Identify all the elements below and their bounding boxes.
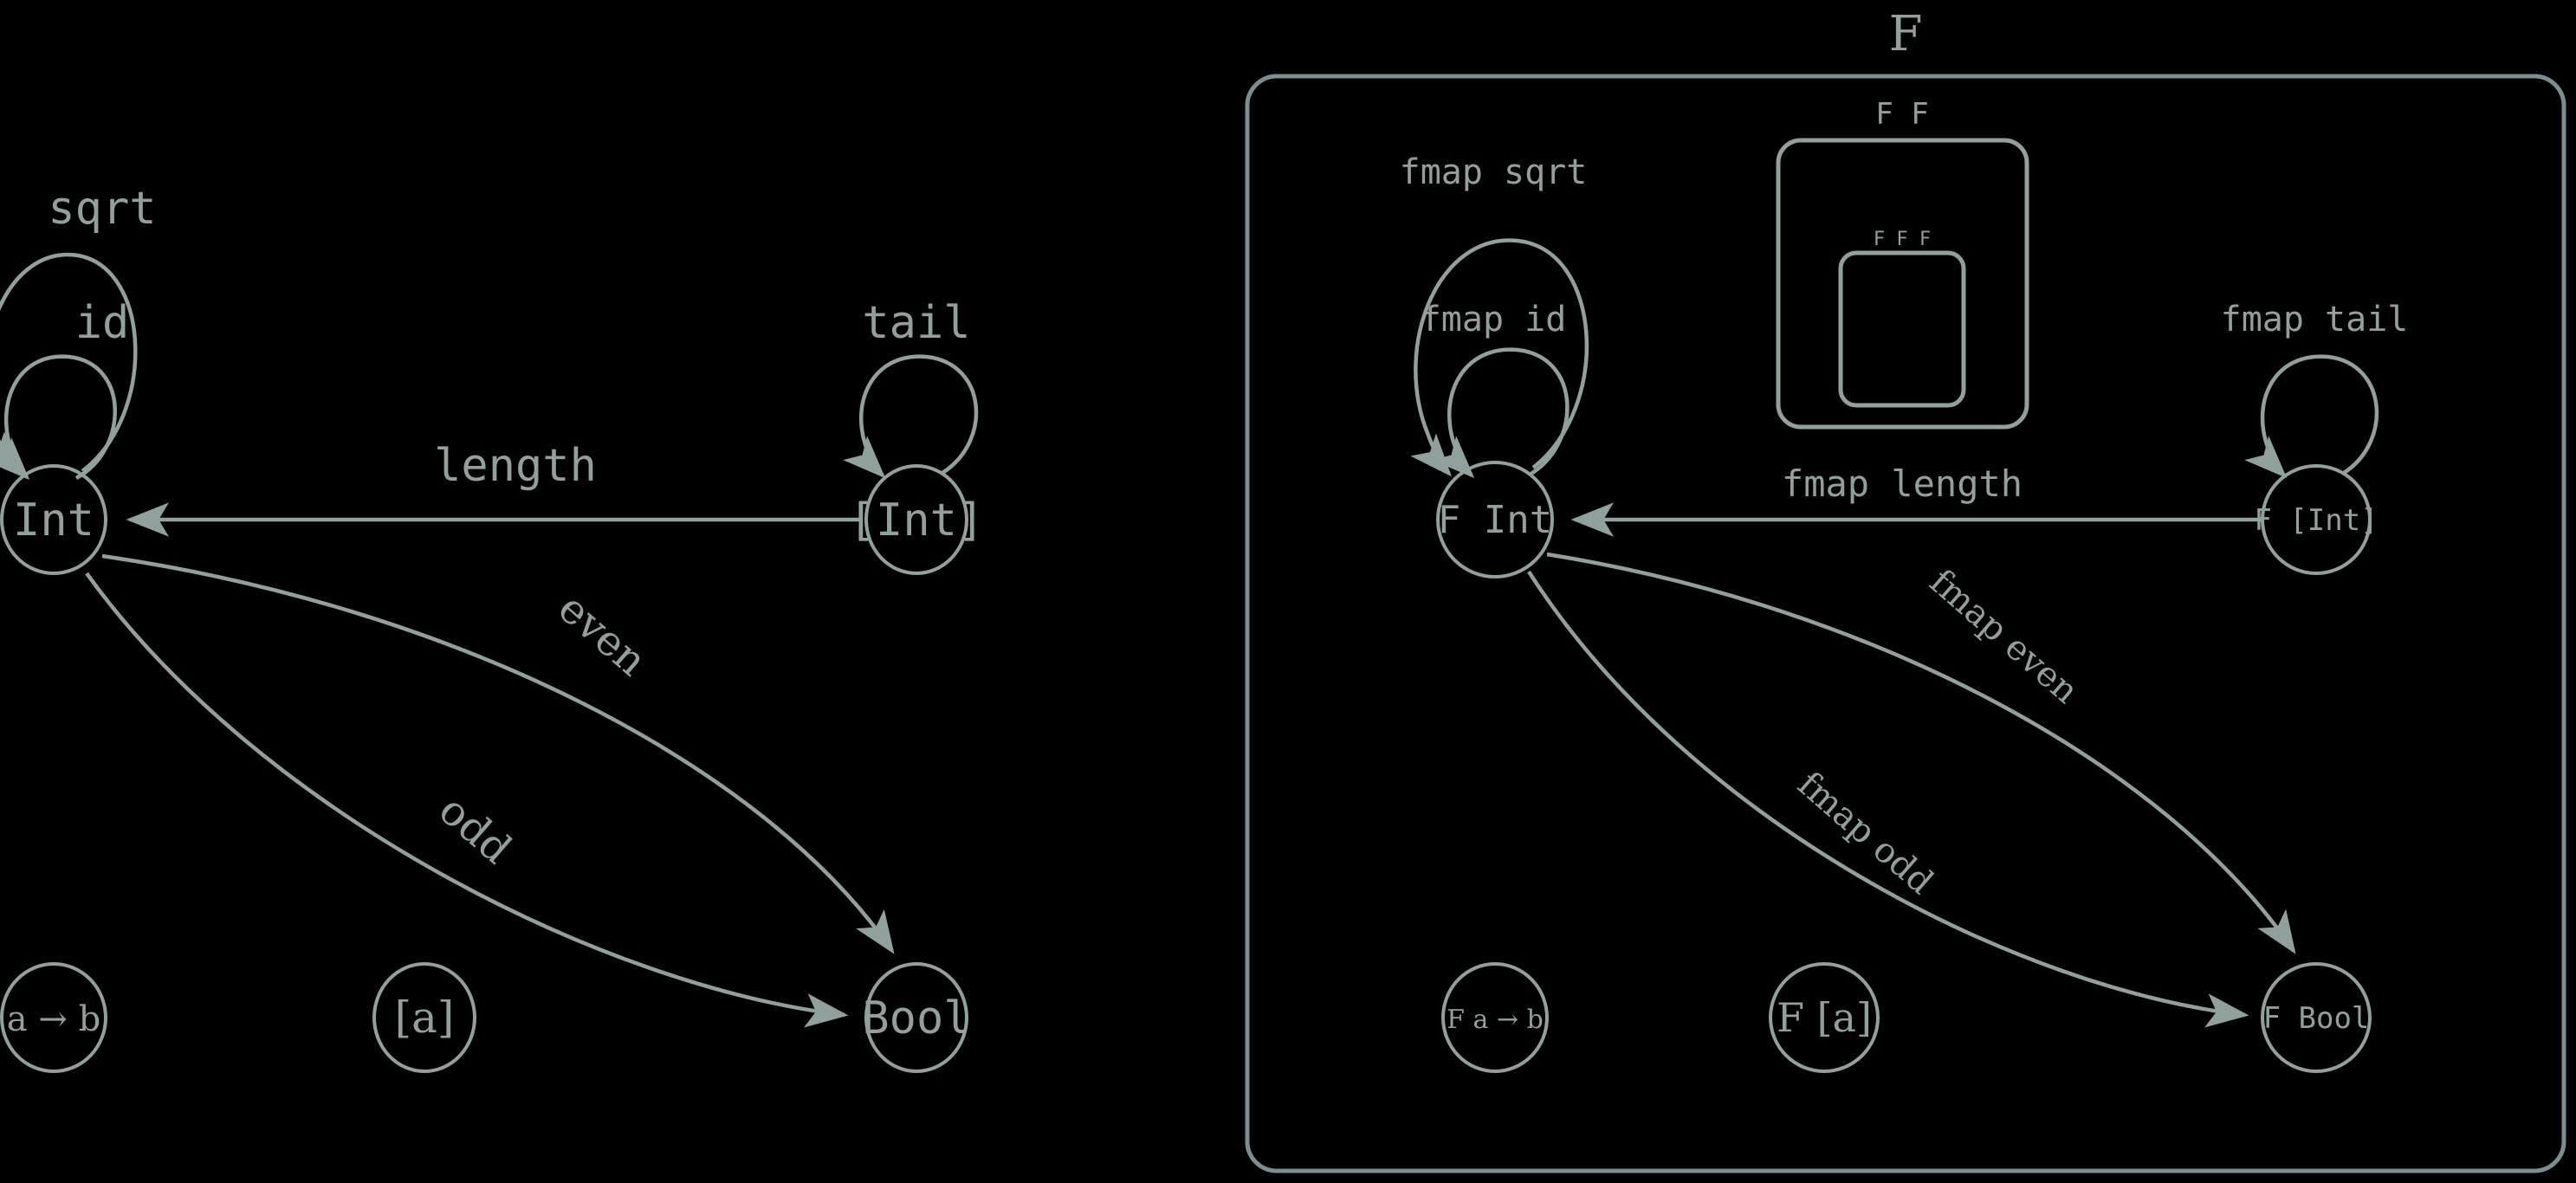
edge-even — [101, 553, 895, 954]
loop-tail-label: tail — [862, 297, 970, 349]
group-box-F-label: F — [1889, 6, 1923, 62]
node-F-ListInt[interactable]: F [Int] — [2254, 464, 2379, 575]
loop-fmap-tail — [2244, 354, 2379, 479]
node-F-Bool-label: F Bool — [2263, 1001, 2370, 1036]
left-nodes: Int [Int] Bool a → b [a] — [0, 464, 985, 1073]
diagram-canvas: F F F F F F length even odd sqrt id tail… — [0, 0, 2576, 1183]
loop-tail — [843, 354, 979, 479]
node-ListInt[interactable]: [Int] — [849, 464, 985, 575]
node-F-ListInt-label: F [Int] — [2254, 503, 2378, 538]
loop-fmap-id — [1432, 347, 1570, 479]
node-Int-label: Int — [13, 495, 94, 546]
loop-fmap-sqrt-label: fmap sqrt — [1400, 152, 1588, 192]
group-box-FFF-label: F F F — [1874, 229, 1931, 250]
group-box-FF-label: F F — [1875, 97, 1928, 132]
left-loops: sqrt id tail — [0, 183, 979, 481]
left-edges: length even odd — [85, 440, 895, 1028]
loop-fmap-tail-label: fmap tail — [2221, 300, 2409, 339]
group-box-FFF — [1838, 250, 1966, 408]
node-F-a-to-b-label: F a → b — [1447, 1005, 1544, 1035]
group-box-FF — [1776, 138, 2029, 430]
node-Int[interactable]: Int — [0, 464, 107, 575]
functor-group-FF: F F — [1776, 97, 2029, 430]
node-F-List-a[interactable]: F [a] — [1769, 962, 1880, 1073]
functor-group-FFF: F F F — [1838, 229, 1966, 408]
node-F-Int-label: F Int — [1438, 498, 1552, 542]
loop-sqrt — [0, 252, 138, 475]
edge-length-label: length — [434, 440, 597, 492]
loop-id — [0, 354, 117, 481]
loop-id-label: id — [75, 297, 130, 349]
node-Bool[interactable]: Bool — [862, 962, 971, 1073]
edge-even-label: even — [549, 584, 656, 686]
node-List-a[interactable]: [a] — [372, 962, 476, 1073]
node-Bool-label: Bool — [862, 992, 970, 1044]
loop-fmap-id-label: fmap id — [1421, 300, 1567, 339]
right-edges: fmap length fmap even fmap odd — [1527, 462, 2296, 1028]
node-a-to-b[interactable]: a → b — [0, 962, 107, 1073]
functor-diagram-svg: F F F F F F length even odd sqrt id tail… — [0, 6, 2566, 1173]
node-F-Bool[interactable]: F Bool — [2261, 962, 2372, 1073]
node-List-a-label: [a] — [395, 992, 455, 1043]
edge-odd-label: odd — [430, 785, 521, 874]
node-ListInt-label: [Int] — [849, 495, 985, 546]
right-nodes: F Int F [Int] F Bool F a → b F [a] — [1436, 461, 2379, 1073]
node-F-Int[interactable]: F Int — [1436, 461, 1554, 579]
node-F-List-a-label: F [a] — [1777, 994, 1872, 1041]
node-F-a-to-b[interactable]: F a → b — [1441, 962, 1549, 1073]
edge-fmap-length-label: fmap length — [1782, 462, 2023, 505]
edge-fmap-even-label: fmap even — [1922, 562, 2086, 712]
loop-sqrt-label: sqrt — [48, 183, 156, 235]
node-a-to-b-label: a → b — [7, 999, 100, 1039]
